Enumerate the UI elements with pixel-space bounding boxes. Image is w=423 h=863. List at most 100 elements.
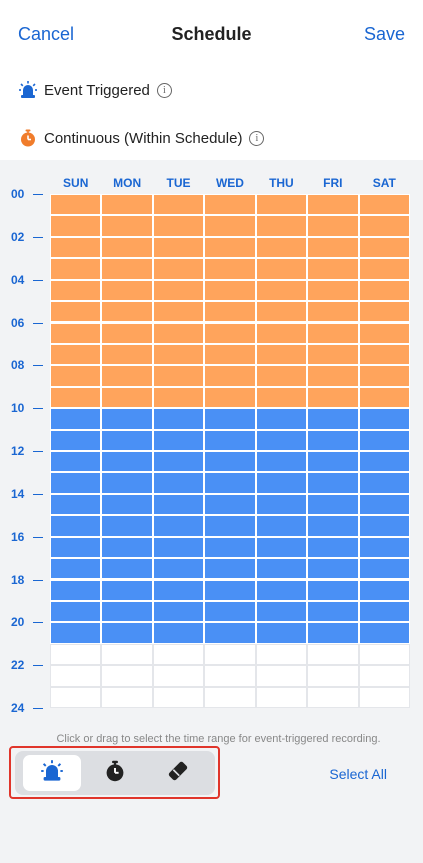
slot-continuous[interactable] xyxy=(205,195,255,215)
slot-event[interactable] xyxy=(256,473,307,493)
slot-continuous[interactable] xyxy=(308,237,358,258)
slot-continuous[interactable] xyxy=(153,323,204,343)
slot-event[interactable] xyxy=(51,516,101,536)
slot-event[interactable] xyxy=(102,409,152,429)
slot-event[interactable] xyxy=(102,516,152,536)
slot-event[interactable] xyxy=(308,430,358,450)
slot-continuous[interactable] xyxy=(102,323,152,343)
slot-event[interactable] xyxy=(153,559,204,579)
continuous-mode-button[interactable] xyxy=(86,755,144,791)
slot-continuous[interactable] xyxy=(51,237,101,258)
slot-event[interactable] xyxy=(308,537,358,558)
slot-continuous[interactable] xyxy=(102,280,152,301)
slot-empty[interactable] xyxy=(152,643,205,666)
slot-continuous[interactable] xyxy=(359,387,409,408)
slot-empty[interactable] xyxy=(49,686,102,709)
slot-event[interactable] xyxy=(153,494,204,515)
slot-event[interactable] xyxy=(153,430,204,450)
slot-continuous[interactable] xyxy=(308,302,358,322)
slot-event[interactable] xyxy=(359,580,409,600)
slot-continuous[interactable] xyxy=(153,387,204,408)
info-icon[interactable]: i xyxy=(156,82,172,98)
slot-event[interactable] xyxy=(308,494,358,515)
slot-continuous[interactable] xyxy=(205,237,255,258)
slot-continuous[interactable] xyxy=(256,237,307,258)
slot-event[interactable] xyxy=(153,516,204,536)
slot-event[interactable] xyxy=(308,601,358,622)
slot-event[interactable] xyxy=(256,559,307,579)
slot-continuous[interactable] xyxy=(153,302,204,322)
slot-continuous[interactable] xyxy=(308,387,358,408)
slot-empty[interactable] xyxy=(255,665,308,687)
slot-event[interactable] xyxy=(51,537,101,558)
slot-empty[interactable] xyxy=(204,686,256,709)
info-icon[interactable]: i xyxy=(249,130,265,146)
slot-continuous[interactable] xyxy=(308,366,358,386)
slot-continuous[interactable] xyxy=(51,195,101,215)
slot-event[interactable] xyxy=(205,473,255,493)
slot-continuous[interactable] xyxy=(205,302,255,322)
slot-event[interactable] xyxy=(153,537,204,558)
slot-continuous[interactable] xyxy=(256,216,307,236)
slot-continuous[interactable] xyxy=(308,280,358,301)
slot-continuous[interactable] xyxy=(153,216,204,236)
slot-event[interactable] xyxy=(51,409,101,429)
slot-event[interactable] xyxy=(256,601,307,622)
slot-continuous[interactable] xyxy=(51,366,101,386)
slot-event[interactable] xyxy=(308,473,358,493)
slot-continuous[interactable] xyxy=(359,237,409,258)
slot-continuous[interactable] xyxy=(205,216,255,236)
save-button[interactable]: Save xyxy=(364,24,405,45)
slot-empty[interactable] xyxy=(307,665,359,687)
slot-empty[interactable] xyxy=(49,643,102,666)
slot-continuous[interactable] xyxy=(153,344,204,365)
slot-continuous[interactable] xyxy=(359,216,409,236)
slot-event[interactable] xyxy=(51,559,101,579)
slot-continuous[interactable] xyxy=(102,237,152,258)
slot-continuous[interactable] xyxy=(102,387,152,408)
slot-continuous[interactable] xyxy=(102,216,152,236)
slot-continuous[interactable] xyxy=(205,259,255,279)
slot-continuous[interactable] xyxy=(359,344,409,365)
slot-empty[interactable] xyxy=(204,665,256,687)
slot-event[interactable] xyxy=(205,409,255,429)
slot-continuous[interactable] xyxy=(359,323,409,343)
slot-continuous[interactable] xyxy=(205,280,255,301)
slot-empty[interactable] xyxy=(358,665,410,687)
slot-event[interactable] xyxy=(256,430,307,450)
eraser-mode-button[interactable] xyxy=(149,755,207,791)
slot-event[interactable] xyxy=(308,452,358,472)
cancel-button[interactable]: Cancel xyxy=(18,24,74,45)
slot-event[interactable] xyxy=(51,580,101,600)
slot-continuous[interactable] xyxy=(51,216,101,236)
slot-event[interactable] xyxy=(308,623,358,643)
slot-event[interactable] xyxy=(102,623,152,643)
slot-empty[interactable] xyxy=(152,665,205,687)
slot-empty[interactable] xyxy=(101,665,153,687)
slot-event[interactable] xyxy=(205,516,255,536)
slot-event[interactable] xyxy=(51,430,101,450)
slot-event[interactable] xyxy=(256,580,307,600)
slot-event[interactable] xyxy=(205,537,255,558)
slot-event[interactable] xyxy=(205,580,255,600)
slot-event[interactable] xyxy=(359,623,409,643)
slot-event[interactable] xyxy=(102,452,152,472)
slot-continuous[interactable] xyxy=(102,195,152,215)
slot-event[interactable] xyxy=(308,580,358,600)
slot-event[interactable] xyxy=(51,473,101,493)
slot-continuous[interactable] xyxy=(102,302,152,322)
slot-event[interactable] xyxy=(256,409,307,429)
slot-continuous[interactable] xyxy=(51,387,101,408)
slot-event[interactable] xyxy=(102,559,152,579)
slot-continuous[interactable] xyxy=(51,280,101,301)
slot-empty[interactable] xyxy=(101,686,153,709)
slot-continuous[interactable] xyxy=(153,237,204,258)
slot-continuous[interactable] xyxy=(359,302,409,322)
slot-event[interactable] xyxy=(359,409,409,429)
slot-event[interactable] xyxy=(205,430,255,450)
schedule-grid[interactable] xyxy=(49,194,410,709)
slot-empty[interactable] xyxy=(255,643,308,666)
slot-continuous[interactable] xyxy=(359,366,409,386)
slot-event[interactable] xyxy=(102,580,152,600)
slot-event[interactable] xyxy=(102,430,152,450)
